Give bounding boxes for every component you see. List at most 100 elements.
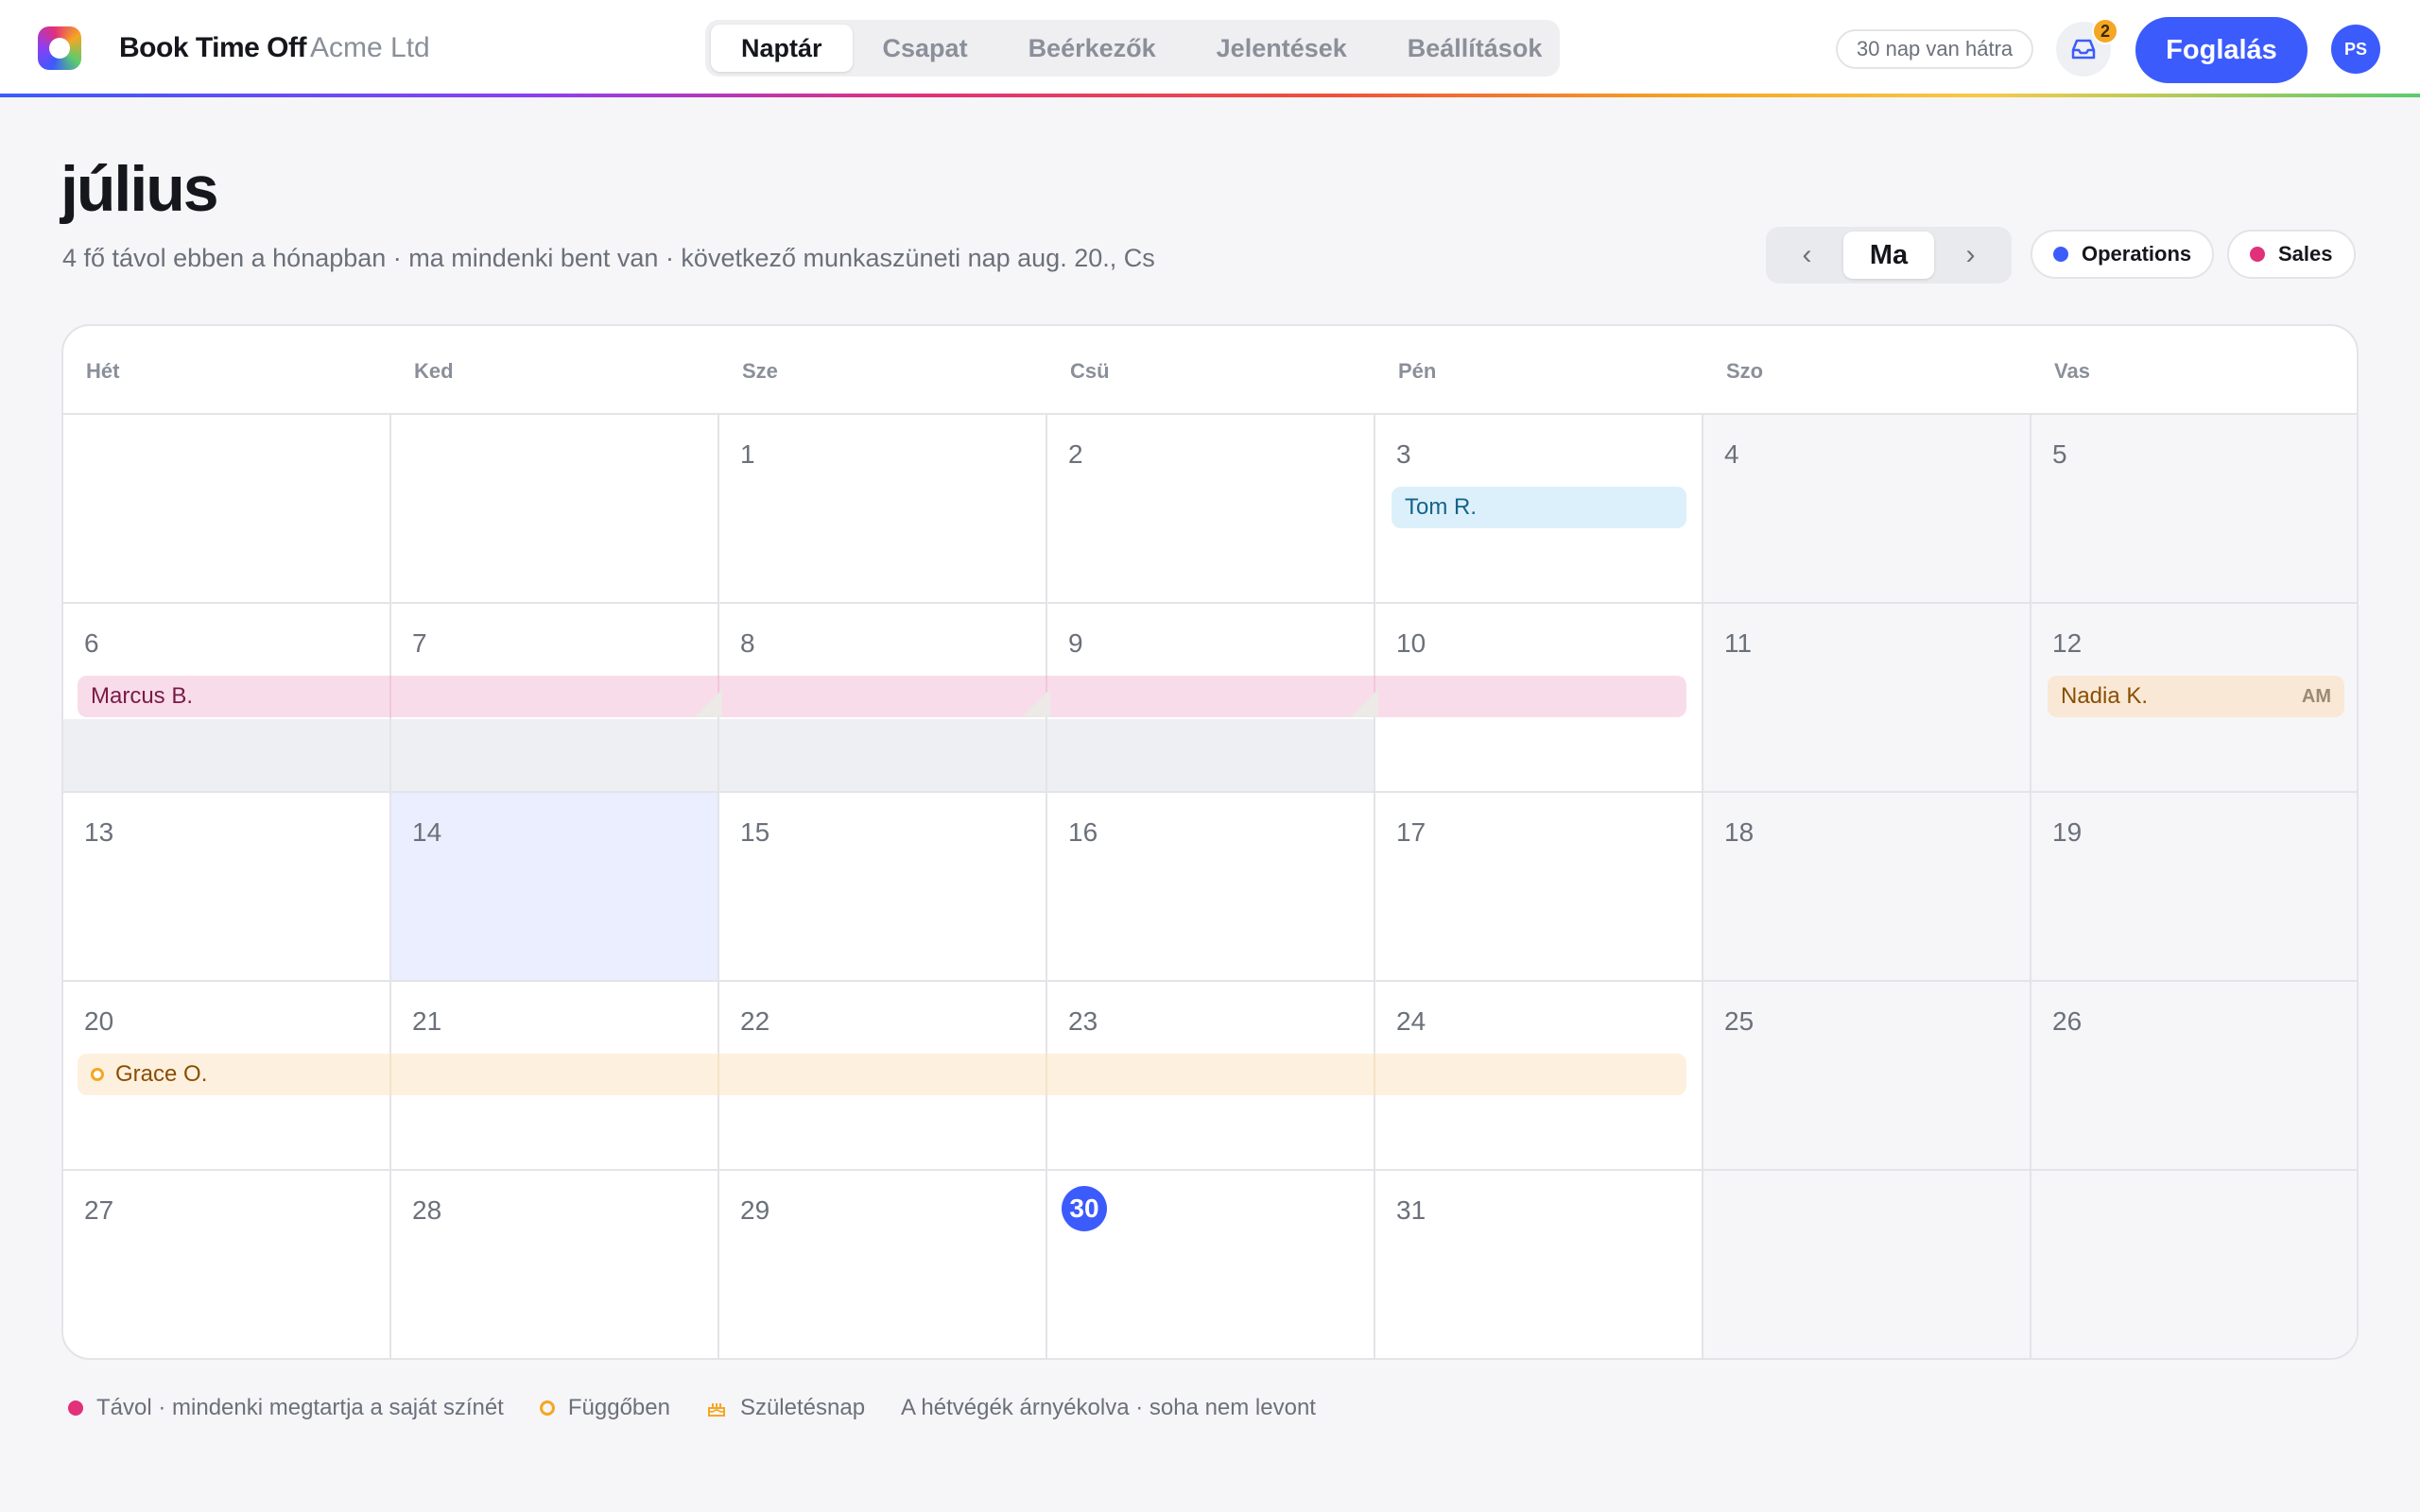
leave-event-tom[interactable]: Tom R. xyxy=(1392,487,1686,528)
brand-name: Book Time Off xyxy=(119,32,306,63)
day-cell-weekend[interactable]: 11 xyxy=(1703,604,2031,793)
day-number: 5 xyxy=(2052,439,2067,469)
day-number: 6 xyxy=(84,628,99,658)
page-title: július xyxy=(60,153,219,225)
event-person-name: Grace O. xyxy=(115,1061,208,1087)
month-navigation: ‹ Ma › xyxy=(1766,227,2012,284)
inbox-count-badge: 2 xyxy=(2092,18,2118,44)
team-filter-label: Operations xyxy=(2082,242,2192,266)
half-day-fold-icon xyxy=(1350,689,1378,717)
day-cell[interactable]: 15 xyxy=(719,793,1047,982)
legend-weekends: A hétvégék árnyékolva · soha nem levont xyxy=(901,1395,1316,1421)
day-cell[interactable]: 28 xyxy=(391,1171,719,1358)
current-day-marker: 30 xyxy=(1062,1186,1107,1231)
day-number: 23 xyxy=(1068,1006,1098,1036)
sales-dot-icon xyxy=(2250,247,2265,262)
day-number: 2 xyxy=(1068,439,1083,469)
pending-ring-icon xyxy=(91,1068,104,1081)
event-person-name: Marcus B. xyxy=(91,683,194,709)
day-number: 16 xyxy=(1068,817,1098,847)
day-cell[interactable]: 29 xyxy=(719,1171,1047,1358)
tab-beerkezok[interactable]: Beérkezők xyxy=(998,25,1186,72)
leave-event-marcus[interactable]: Marcus B. xyxy=(78,676,1686,717)
day-number: 7 xyxy=(412,628,427,658)
weekday-header: Vas xyxy=(2054,359,2090,383)
today-button[interactable]: Ma xyxy=(1842,232,1935,279)
day-cell-today[interactable]: 30 xyxy=(1047,1171,1375,1358)
day-cell[interactable]: 2 xyxy=(1047,415,1375,604)
day-cell-weekend[interactable]: 19 xyxy=(2031,793,2357,982)
day-number: 26 xyxy=(2052,1006,2083,1036)
weekday-header: Csü xyxy=(1070,359,1110,383)
inbox-icon xyxy=(2071,39,2096,60)
chevron-right-icon: › xyxy=(1965,239,1976,270)
half-day-badge: AM xyxy=(2301,685,2331,707)
calendar-legend: Távol · mindenki megtartja a saját színé… xyxy=(68,1395,1352,1421)
day-cell-empty xyxy=(391,415,719,604)
day-number: 18 xyxy=(1724,817,1754,847)
day-number: 12 xyxy=(2052,628,2083,658)
day-cell-empty xyxy=(2031,1171,2357,1358)
main-tabs: Naptár Csapat Beérkezők Jelentések Beáll… xyxy=(705,20,1560,77)
top-bar: Book Time Off Acme Ltd Naptár Csapat Beé… xyxy=(0,0,2420,94)
day-separator xyxy=(389,1054,391,1095)
day-cell-highlighted[interactable]: 14 xyxy=(391,793,719,982)
day-number: 20 xyxy=(84,1006,114,1036)
days-left-badge: 30 nap van hátra xyxy=(1836,29,2034,69)
day-cell[interactable]: 16 xyxy=(1047,793,1375,982)
legend-birthday: Születésnap xyxy=(706,1395,865,1421)
weekday-header: Ked xyxy=(414,359,454,383)
operations-dot-icon xyxy=(2053,247,2068,262)
day-cell-weekend[interactable]: 26 xyxy=(2031,982,2357,1171)
day-cell[interactable]: 17 xyxy=(1375,793,1703,982)
app-logo[interactable] xyxy=(38,26,81,70)
day-number: 31 xyxy=(1396,1195,1426,1225)
day-number: 15 xyxy=(740,817,770,847)
team-filter-label: Sales xyxy=(2278,242,2333,266)
day-cell-weekend[interactable]: 5 xyxy=(2031,415,2357,604)
day-cell[interactable]: 1 xyxy=(719,415,1047,604)
away-dot-icon xyxy=(68,1400,83,1416)
day-number: 28 xyxy=(412,1195,442,1225)
leave-event-nadia[interactable]: Nadia K. AM xyxy=(2048,676,2344,717)
pending-ring-icon xyxy=(539,1400,555,1416)
day-number: 13 xyxy=(84,817,114,847)
day-number: 22 xyxy=(740,1006,770,1036)
day-number: 1 xyxy=(740,439,755,469)
weekday-header: Szo xyxy=(1726,359,1764,383)
weekday-header: Pén xyxy=(1398,359,1437,383)
day-number: 10 xyxy=(1396,628,1426,658)
team-filter-operations[interactable]: Operations xyxy=(2031,230,2215,279)
tab-beallitasok[interactable]: Beállítások xyxy=(1377,25,1573,72)
month-calendar: Hét Ked Sze Csü Pén Szo Vas 1 2 3 4 5 6 … xyxy=(61,324,2359,1360)
chevron-left-icon: ‹ xyxy=(1802,239,1812,270)
tab-jelentesek[interactable]: Jelentések xyxy=(1186,25,1377,72)
legend-away: Távol · mindenki megtartja a saját színé… xyxy=(68,1395,504,1421)
day-cell-weekend[interactable]: 18 xyxy=(1703,793,2031,982)
user-avatar[interactable]: PS xyxy=(2331,25,2380,74)
day-cell-empty xyxy=(1703,1171,2031,1358)
leave-event-grace-pending[interactable]: Grace O. xyxy=(78,1054,1686,1095)
day-number: 4 xyxy=(1724,439,1739,469)
day-number: 25 xyxy=(1724,1006,1754,1036)
tab-naptar[interactable]: Naptár xyxy=(711,25,853,72)
book-button[interactable]: Foglalás xyxy=(2135,17,2308,83)
legend-label: Távol · mindenki megtartja a saját színé… xyxy=(96,1395,504,1420)
tab-csapat[interactable]: Csapat xyxy=(853,25,998,72)
next-month-button[interactable]: › xyxy=(1934,232,2007,279)
prev-month-button[interactable]: ‹ xyxy=(1771,232,1843,279)
day-cell[interactable]: 13 xyxy=(63,793,391,982)
day-number: 19 xyxy=(2052,817,2083,847)
day-separator xyxy=(1046,1054,1047,1095)
weekday-header: Sze xyxy=(742,359,778,383)
day-cell-weekend[interactable]: 25 xyxy=(1703,982,2031,1171)
day-cell[interactable]: 27 xyxy=(63,1171,391,1358)
month-summary: 4 fő távol ebben a hónapban · ma mindenk… xyxy=(62,244,1155,272)
day-number: 11 xyxy=(1724,628,1753,658)
day-cell[interactable]: 31 xyxy=(1375,1171,1703,1358)
day-cell-weekend[interactable]: 4 xyxy=(1703,415,2031,604)
event-person-name: Tom R. xyxy=(1405,494,1478,520)
team-filter-sales[interactable]: Sales xyxy=(2227,230,2356,279)
day-number: 8 xyxy=(740,628,755,658)
legend-pending: Függőben xyxy=(539,1395,670,1421)
